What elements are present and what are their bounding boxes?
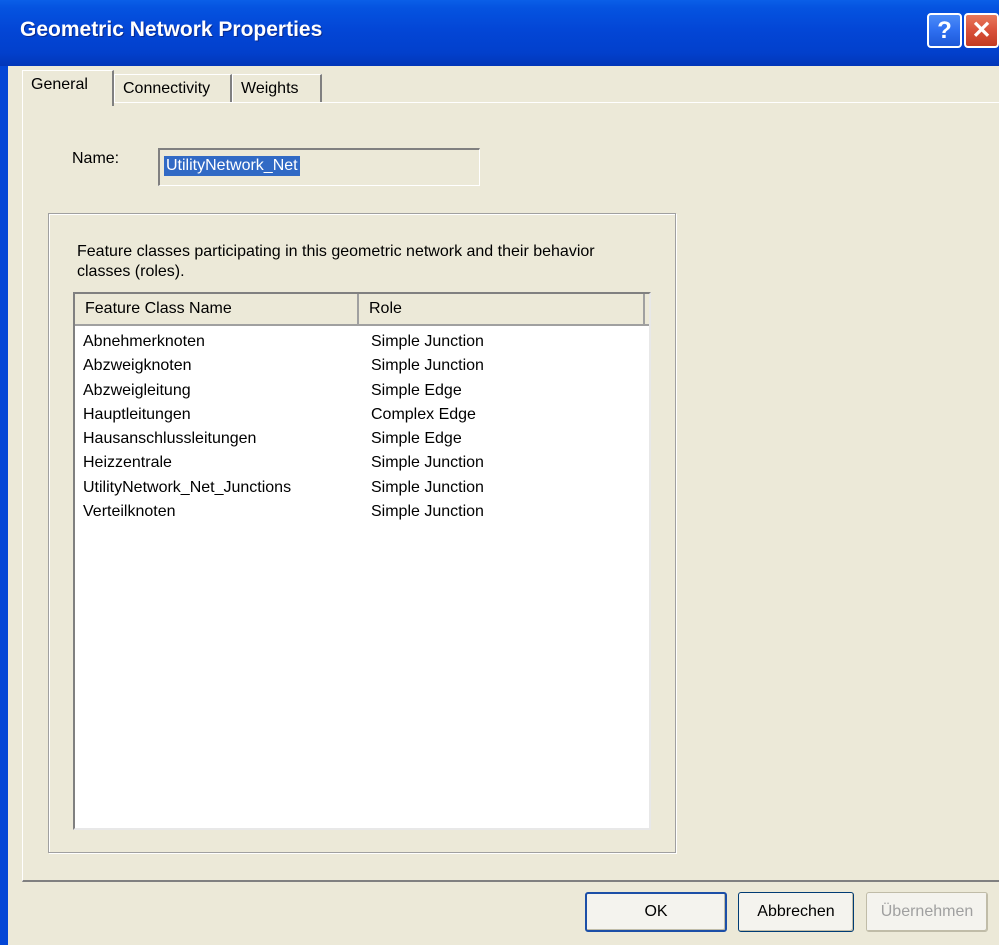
list-item[interactable]: Verteilknoten Simple Junction [75,500,649,524]
name-label: Name: [72,150,120,167]
role: Simple Junction [371,454,484,472]
list-item[interactable]: Hauptleitungen Complex Edge [75,403,649,427]
feature-class-name: Verteilknoten [83,503,176,521]
cancel-button[interactable]: Abbrechen [738,892,854,932]
feature-class-name: Abzweigknoten [83,357,192,375]
list-item[interactable]: UtilityNetwork_Net_Junctions Simple Junc… [75,476,649,500]
name-field[interactable]: UtilityNetwork_Net [158,148,480,186]
feature-class-name: Abnehmerknoten [83,333,205,350]
list-item[interactable]: Abnehmerknoten Simple Junction [75,330,649,354]
feature-class-name: Hauptleitungen [83,405,191,423]
tab-connectivity[interactable]: Connectivity [114,74,232,104]
properties-dialog: Geometric Network Properties ? ✕ General… [0,0,999,945]
list-header: Feature Class Name Role [75,294,649,326]
help-icon: ? [937,16,952,44]
group-description: Feature classes participating in this ge… [77,243,595,280]
tab-general[interactable]: General [22,70,114,106]
role: Simple Edge [371,430,462,448]
tab-weights[interactable]: Weights [232,74,322,104]
column-header-role[interactable]: Role [359,294,645,324]
help-button[interactable]: ? [927,13,962,48]
close-button[interactable]: ✕ [964,13,999,48]
role: Complex Edge [371,405,476,423]
close-icon: ✕ [971,17,992,44]
role: Simple Junction [371,357,484,375]
feature-class-name: Abzweigleitung [83,381,191,399]
list-item[interactable]: Abzweigleitung Simple Edge [75,379,649,403]
column-header-feature-class-name[interactable]: Feature Class Name [75,294,359,324]
name-field-value: UtilityNetwork_Net [164,156,300,176]
feature-class-name: Heizzentrale [83,454,172,472]
list-item[interactable]: Heizzentrale Simple Junction [75,451,649,475]
feature-class-list[interactable]: Feature Class Name Role Abnehmerknoten S… [73,292,651,830]
ok-button[interactable]: OK [585,892,727,932]
title-bar[interactable]: Geometric Network Properties ? ✕ [0,0,999,66]
role: Simple Junction [371,478,484,496]
window-title: Geometric Network Properties [20,18,323,41]
role: Simple Junction [371,333,484,350]
list-rows: Abnehmerknoten Simple Junction Abzweigkn… [75,330,649,524]
apply-button[interactable]: Übernehmen [866,892,988,932]
feature-class-name: UtilityNetwork_Net_Junctions [83,478,292,496]
list-item[interactable]: Abzweigknoten Simple Junction [75,354,649,378]
list-item[interactable]: Hausanschlussleitungen Simple Edge [75,427,649,451]
role: Simple Junction [371,503,484,521]
feature-class-name: Hausanschlussleitungen [83,430,257,448]
role: Simple Edge [371,381,462,399]
